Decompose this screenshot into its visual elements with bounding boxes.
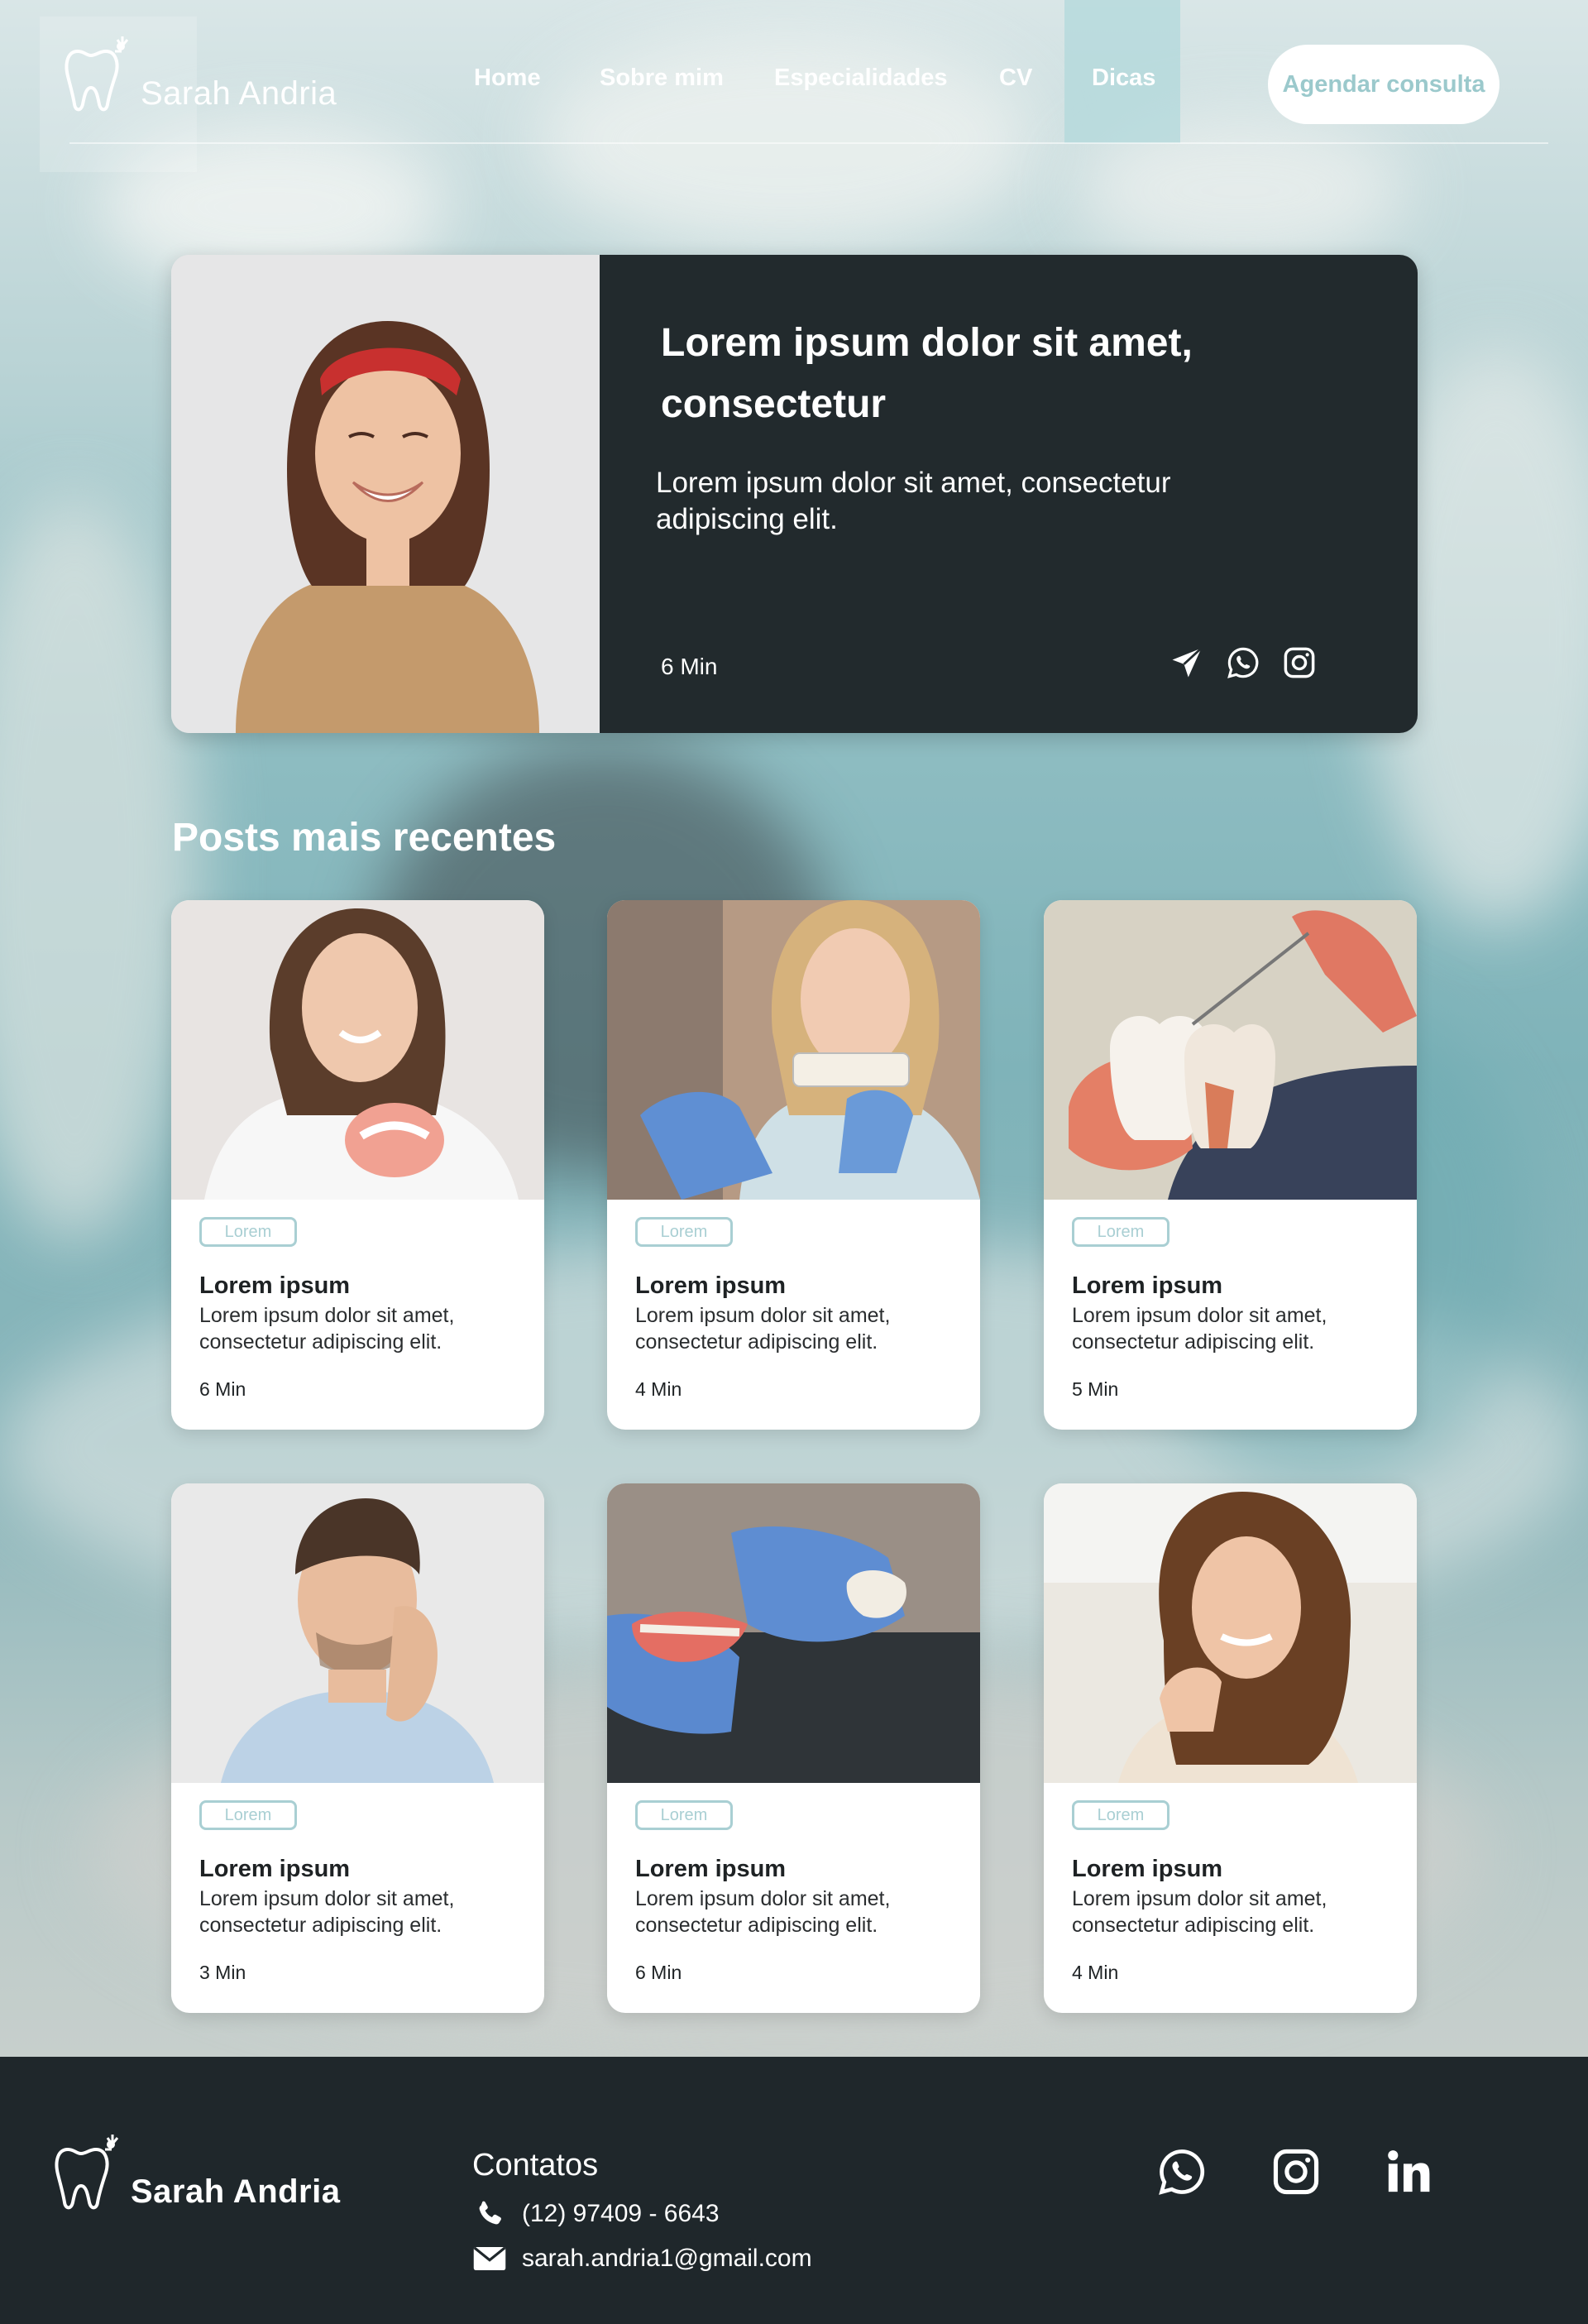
footer-brand-name: Sarah Andria [131, 2173, 341, 2210]
post-card-tag[interactable]: Lorem [1072, 1217, 1169, 1247]
post-card-image [607, 900, 980, 1200]
post-card-description: Lorem ipsum dolor sit amet, consectetur … [1072, 1304, 1327, 1354]
post-card-title[interactable]: Lorem ipsum [199, 1856, 350, 1883]
post-card-tag[interactable]: Lorem [635, 1217, 733, 1247]
post-card[interactable]: Lorem Lorem ipsum Lorem ipsum dolor sit … [1044, 900, 1417, 1430]
contacts-section: Contatos (12) 97409 - 6643 sarah.andria1… [472, 2148, 812, 2273]
post-card-tag[interactable]: Lorem [199, 1217, 297, 1247]
email-address: sarah.andria1@gmail.com [522, 2245, 812, 2272]
site-footer: Sarah Andria Contatos (12) 97409 - 6643 … [0, 2057, 1588, 2324]
post-card-tag[interactable]: Lorem [1072, 1800, 1169, 1830]
post-card-description: Lorem ipsum dolor sit amet, consectetur … [1072, 1887, 1327, 1937]
recent-posts-title: Posts mais recentes [172, 816, 557, 860]
post-card-read-time: 6 Min [635, 1962, 682, 1983]
nav-item-home[interactable]: Home [474, 65, 541, 92]
featured-post-content: Lorem ipsum dolor sit amet, consectetur … [600, 255, 1418, 733]
featured-post-title[interactable]: Lorem ipsum dolor sit amet, consectetur [661, 313, 1289, 435]
post-card-title[interactable]: Lorem ipsum [1072, 1272, 1222, 1300]
header-divider [69, 142, 1548, 144]
tooth-icon [55, 2135, 119, 2210]
post-card-image [1044, 900, 1417, 1200]
post-card-image [171, 1483, 544, 1783]
nav-item-cv[interactable]: CV [999, 65, 1032, 92]
footer-brand-logo[interactable]: Sarah Andria [51, 2131, 340, 2214]
instagram-icon[interactable] [1270, 2146, 1322, 2201]
mail-icon [473, 2246, 506, 2270]
site-header: Sarah Andria Home Sobre mim Especialidad… [0, 0, 1588, 172]
contact-email[interactable]: sarah.andria1@gmail.com [472, 2245, 812, 2273]
post-card-description: Lorem ipsum dolor sit amet, consectetur … [635, 1887, 891, 1937]
post-card-tag[interactable]: Lorem [199, 1800, 297, 1830]
post-card-title[interactable]: Lorem ipsum [635, 1272, 786, 1300]
post-card-read-time: 5 Min [1072, 1378, 1119, 1400]
whatsapp-icon[interactable] [1156, 2146, 1208, 2201]
post-card-image [171, 900, 544, 1200]
nav-item-dicas[interactable]: Dicas [1092, 65, 1155, 92]
footer-social-icons [1156, 2146, 1433, 2201]
featured-share-icons [1168, 644, 1318, 682]
nav-item-especialidades[interactable]: Especialidades [774, 65, 948, 92]
post-card[interactable]: Lorem Lorem ipsum Lorem ipsum dolor sit … [607, 1483, 980, 2013]
post-card-read-time: 3 Min [199, 1962, 246, 1983]
phone-number: (12) 97409 - 6643 [522, 2200, 720, 2227]
instagram-icon[interactable] [1280, 644, 1318, 682]
featured-post[interactable]: Lorem ipsum dolor sit amet, consectetur … [171, 255, 1418, 733]
post-card-title[interactable]: Lorem ipsum [1072, 1856, 1222, 1883]
post-card-read-time: 6 Min [199, 1378, 246, 1400]
post-card-title[interactable]: Lorem ipsum [199, 1272, 350, 1300]
featured-post-description: Lorem ipsum dolor sit amet, consectetur … [656, 467, 1171, 535]
contact-phone[interactable]: (12) 97409 - 6643 [472, 2198, 812, 2230]
phone-icon [479, 2201, 501, 2225]
schedule-appointment-button[interactable]: Agendar consulta [1268, 45, 1500, 124]
post-card[interactable]: Lorem Lorem ipsum Lorem ipsum dolor sit … [171, 900, 544, 1430]
post-card[interactable]: Lorem Lorem ipsum Lorem ipsum dolor sit … [1044, 1483, 1417, 2013]
whatsapp-icon[interactable] [1224, 644, 1262, 682]
post-card-image [1044, 1483, 1417, 1783]
send-icon[interactable] [1168, 644, 1206, 682]
post-card-description: Lorem ipsum dolor sit amet, consectetur … [199, 1887, 455, 1937]
post-card-description: Lorem ipsum dolor sit amet, consectetur … [635, 1304, 891, 1354]
post-card-title[interactable]: Lorem ipsum [635, 1856, 786, 1883]
post-card-read-time: 4 Min [1072, 1962, 1119, 1983]
post-card-read-time: 4 Min [635, 1378, 682, 1400]
post-card[interactable]: Lorem Lorem ipsum Lorem ipsum dolor sit … [607, 900, 980, 1430]
post-card[interactable]: Lorem Lorem ipsum Lorem ipsum dolor sit … [171, 1483, 544, 2013]
post-card-image [607, 1483, 980, 1783]
contacts-title: Contatos [472, 2148, 599, 2183]
featured-post-image [171, 255, 600, 733]
post-card-description: Lorem ipsum dolor sit amet, consectetur … [199, 1304, 455, 1354]
linkedin-icon[interactable] [1385, 2148, 1433, 2199]
nav-item-sobre-mim[interactable]: Sobre mim [600, 65, 724, 92]
post-card-tag[interactable]: Lorem [635, 1800, 733, 1830]
featured-post-read-time: 6 Min [661, 654, 718, 679]
